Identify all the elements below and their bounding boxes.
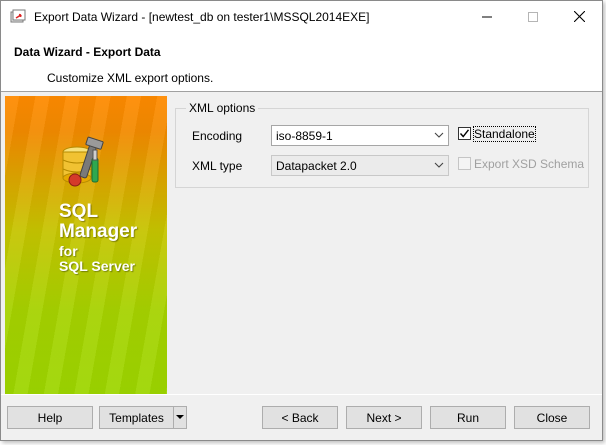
wizard-content: XML options Encoding iso-8859-1 XML type… [167,96,597,394]
xml-type-value: Datapacket 2.0 [276,159,357,173]
next-button-label: Next > [366,410,402,425]
xml-options-title: XML options [186,101,259,115]
templates-dropdown-button[interactable] [173,406,187,429]
templates-button-label: Templates [109,410,164,425]
xml-type-select[interactable]: Datapacket 2.0 [271,155,449,176]
run-button-label: Run [456,410,479,425]
app-icon [10,9,26,23]
wizard-step-subtitle: Customize XML export options. [47,71,214,85]
chevron-down-icon [434,132,444,138]
standalone-label[interactable]: Standalone [473,126,536,142]
xml-options-group: XML options Encoding iso-8859-1 XML type… [175,101,589,188]
maximize-button[interactable] [510,1,556,32]
chevron-down-icon [434,162,444,168]
templates-button[interactable]: Templates [99,406,174,429]
database-tools-icon [62,136,104,187]
close-button[interactable]: Close [514,406,590,429]
export-data-wizard-window: Export Data Wizard - [newtest_db on test… [0,0,603,441]
run-button[interactable]: Run [430,406,506,429]
wizard-step-title: Data Wizard - Export Data [14,45,161,59]
brand-text-sql: SQL [59,201,99,222]
close-button-label: Close [536,410,568,425]
dropdown-arrow-icon [176,415,184,419]
wizard-header: Data Wizard - Export Data Customize XML … [1,32,602,92]
help-button-label: Help [37,410,63,425]
export-xsd-schema-checkbox[interactable] [458,157,471,170]
close-window-button[interactable] [556,1,602,32]
product-banner: SQL Manager for SQL Server [5,96,167,394]
window-title: Export Data Wizard - [newtest_db on test… [34,10,370,24]
title-bar: Export Data Wizard - [newtest_db on test… [1,1,602,32]
encoding-select[interactable]: iso-8859-1 [271,125,449,146]
encoding-label: Encoding [192,129,243,143]
brand-text-for: for [59,243,78,259]
maximize-icon [528,11,538,22]
standalone-checkbox[interactable] [458,127,471,140]
export-xsd-schema-label[interactable]: Export XSD Schema [474,157,584,171]
minimize-button[interactable] [464,1,510,32]
back-button-label: < Back [281,410,319,425]
help-button[interactable]: Help [7,406,93,429]
minimize-icon [482,16,492,17]
brand-text-sql-server: SQL Server [59,258,136,274]
close-icon [573,11,585,22]
encoding-value: iso-8859-1 [276,129,333,143]
brand-text-manager: Manager [59,221,138,242]
checkmark-icon [459,129,470,138]
next-button[interactable]: Next > [346,406,422,429]
xml-type-label: XML type [192,159,243,173]
wizard-footer: Help Templates < Back Next > Run Close [1,394,602,440]
back-button[interactable]: < Back [262,406,338,429]
